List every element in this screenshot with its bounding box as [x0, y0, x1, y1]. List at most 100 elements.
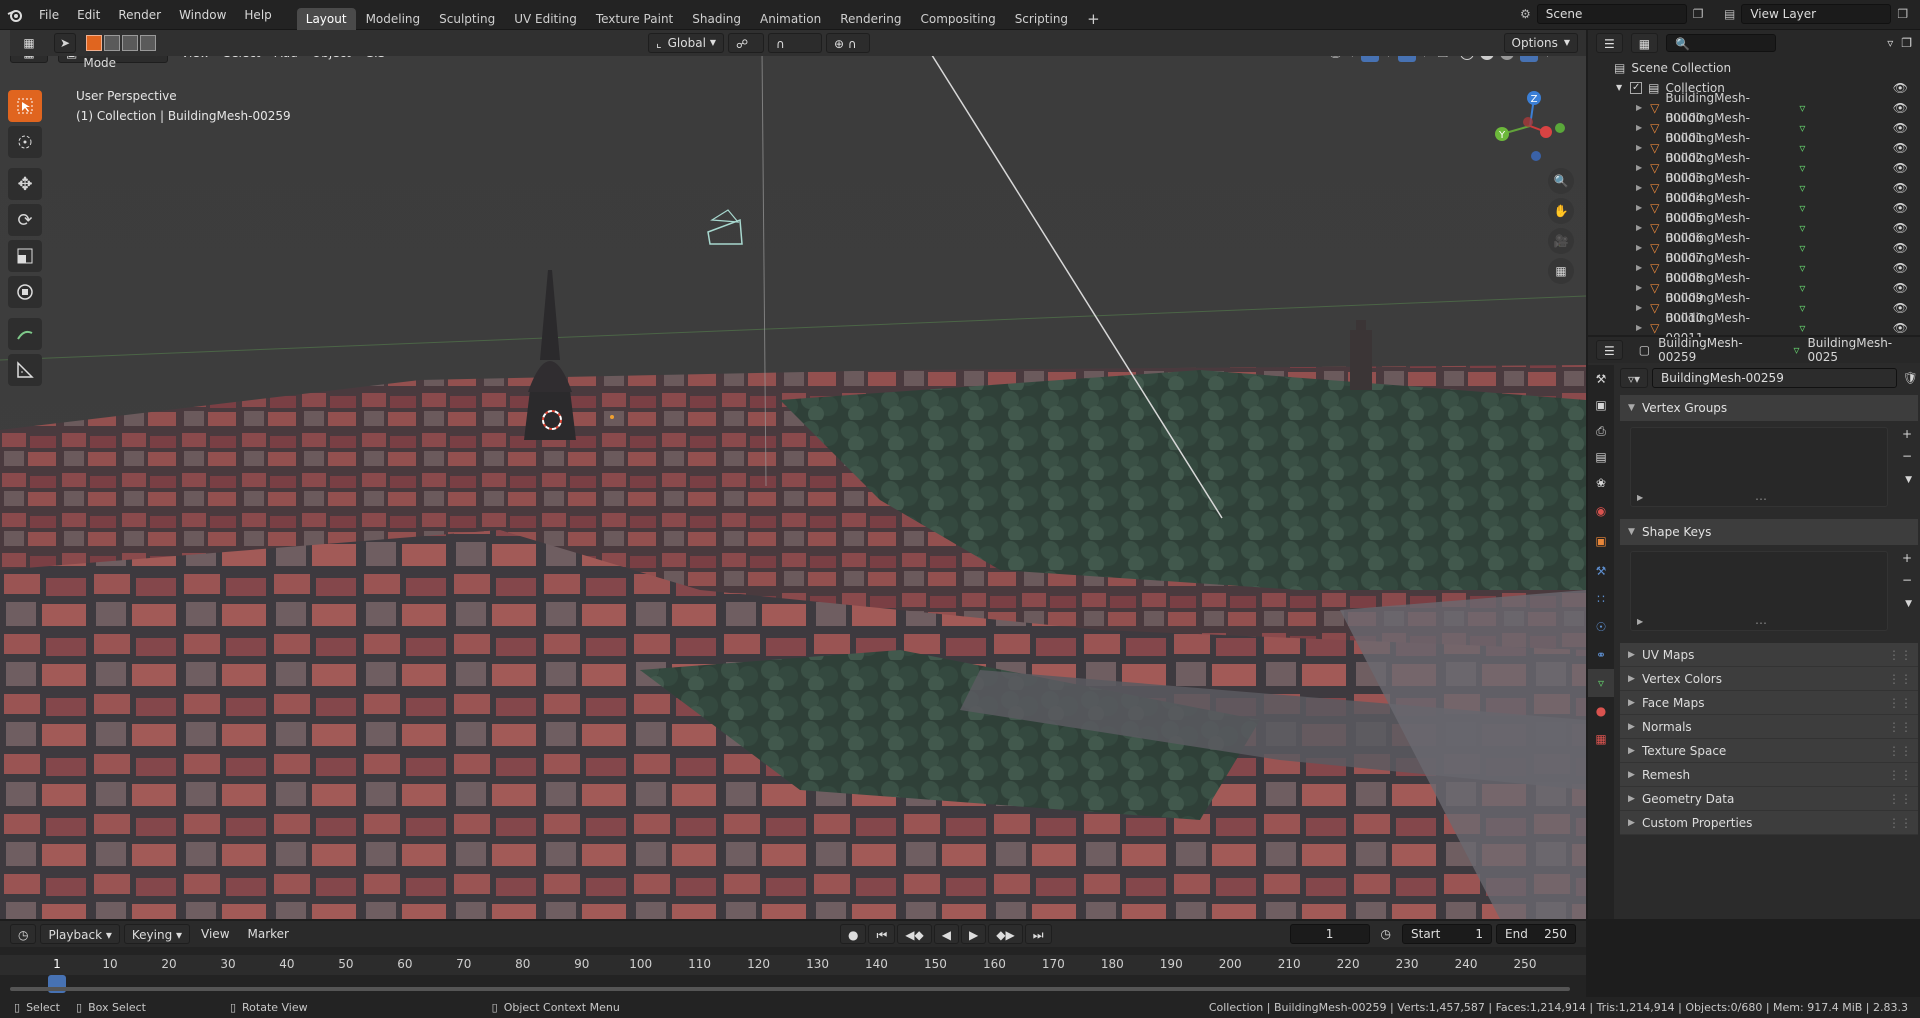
output-tab[interactable]: ⎙	[1588, 417, 1614, 445]
eye-icon[interactable]: 👁	[1893, 258, 1908, 278]
menu-render[interactable]: Render	[109, 0, 170, 30]
editor-menu-button[interactable]: ▦	[10, 33, 48, 53]
collapsed-panel-header[interactable]: ▶ Normals ⋮⋮	[1620, 715, 1918, 739]
mesh-data-icon[interactable]: ▿	[1799, 298, 1805, 318]
world-tab[interactable]: ◉	[1588, 497, 1614, 525]
chevron-right-icon[interactable]: ▶	[1636, 258, 1642, 278]
rotate-tool[interactable]: ⟳	[8, 204, 42, 236]
resize-handle-icon[interactable]: ⋯	[1755, 616, 1767, 630]
outliner-search-input[interactable]: 🔍	[1666, 34, 1777, 52]
annotate-tool[interactable]	[8, 318, 42, 350]
drag-handle-icon[interactable]: ⋮⋮	[1888, 787, 1912, 811]
object-tab[interactable]: ▣	[1588, 525, 1614, 557]
modifier-tab[interactable]: ⚒	[1588, 557, 1614, 585]
frame-ruler[interactable]: 1 10 20 30 40 50 60 70 80 90 100 110 120 130 140 150 160…	[0, 947, 1586, 997]
tweak-tool-icon[interactable]: ➤	[54, 33, 76, 53]
scene-selector[interactable]: ⚙ Scene ❐	[1520, 4, 1704, 24]
mesh-data-icon[interactable]: ▿	[1799, 118, 1805, 138]
chevron-right-icon[interactable]: ▶	[1636, 278, 1642, 298]
drag-handle-icon[interactable]: ⋮⋮	[1888, 811, 1912, 835]
mesh-data-icon[interactable]: ▿	[1799, 238, 1805, 258]
chevron-right-icon[interactable]: ▶	[1636, 138, 1642, 158]
eye-icon[interactable]: 👁	[1893, 318, 1908, 338]
select-box-tool[interactable]	[8, 90, 42, 122]
resize-handle-icon[interactable]: ⋯	[1755, 492, 1767, 506]
copy-scene-icon[interactable]: ❐	[1693, 7, 1704, 21]
eye-icon[interactable]: 👁	[1893, 238, 1908, 258]
tab-uv-editing[interactable]: UV Editing	[505, 8, 586, 30]
outliner-item[interactable]: ▶▽BuildingMesh-00011▿👁	[1588, 311, 1920, 345]
add-workspace-button[interactable]: +	[1078, 8, 1109, 30]
keying-menu[interactable]: Keying ▾	[123, 924, 191, 944]
scale-tool[interactable]	[8, 240, 42, 272]
proportional-dropdown[interactable]: ⊕ ∩	[826, 33, 870, 53]
chevron-right-icon[interactable]: ▶	[1636, 298, 1642, 318]
mesh-data-icon[interactable]: ▿	[1799, 178, 1805, 198]
snap-dropdown[interactable]: ∩	[768, 33, 822, 53]
collapsed-panel-header[interactable]: ▶ Texture Space ⋮⋮	[1620, 739, 1918, 763]
data-tab[interactable]: ▿	[1588, 669, 1614, 697]
play-reverse-icon[interactable]: ◀	[933, 924, 959, 944]
vertex-groups-list[interactable]: ▶ ⋯	[1630, 427, 1888, 507]
select-intersect-icon[interactable]	[140, 35, 156, 51]
mesh-data-icon[interactable]: ▿	[1799, 158, 1805, 178]
collapsed-panel-header[interactable]: ▶ Custom Properties ⋮⋮	[1620, 811, 1918, 835]
jump-start-icon[interactable]: ⏮	[868, 924, 896, 944]
clock-icon[interactable]: ◷	[1374, 924, 1398, 944]
drag-handle-icon[interactable]: ⋮⋮	[1888, 715, 1912, 739]
properties-editor-icon[interactable]: ☰	[1596, 340, 1623, 360]
eye-icon[interactable]: 👁	[1893, 298, 1908, 318]
mesh-data-icon[interactable]: ▿	[1799, 258, 1805, 278]
vertex-group-menu-icon[interactable]: ▼	[1905, 475, 1912, 485]
shape-keys-list[interactable]: ▶ ⋯	[1630, 551, 1888, 631]
scene-field[interactable]: Scene	[1536, 4, 1687, 24]
record-button[interactable]: ●	[840, 924, 867, 944]
mesh-data-icon[interactable]: ▿	[1799, 218, 1805, 238]
eye-icon[interactable]: 👁	[1893, 178, 1908, 198]
scene-tab[interactable]: ❀	[1588, 469, 1614, 497]
pivot-dropdown[interactable]: ☍	[728, 33, 764, 53]
display-mode-icon[interactable]: ▦	[1630, 33, 1659, 53]
filter-icon[interactable]: ▿	[1887, 36, 1893, 50]
view-layer-selector[interactable]: ▤ View Layer ❐	[1724, 4, 1908, 24]
cursor-tool[interactable]	[8, 126, 42, 158]
drag-handle-icon[interactable]: ⋮⋮	[1888, 667, 1912, 691]
menu-file[interactable]: File	[30, 0, 68, 30]
tab-sculpting[interactable]: Sculpting	[430, 8, 504, 30]
chevron-right-icon[interactable]: ▶	[1636, 318, 1642, 338]
new-collection-icon[interactable]: ❐	[1901, 36, 1912, 50]
drag-handle-icon[interactable]: ⋮⋮	[1888, 643, 1912, 667]
render-tab[interactable]: ▣	[1588, 393, 1614, 417]
collapsed-panel-header[interactable]: ▶ Vertex Colors ⋮⋮	[1620, 667, 1918, 691]
mesh-name-input[interactable]: BuildingMesh-00259	[1652, 368, 1897, 388]
collapsed-panel-header[interactable]: ▶ Geometry Data ⋮⋮	[1620, 787, 1918, 811]
mesh-data-icon[interactable]: ▿	[1799, 278, 1805, 298]
view-layer-field[interactable]: View Layer	[1741, 4, 1892, 24]
shape-keys-panel-header[interactable]: ▼ Shape Keys	[1620, 519, 1918, 545]
blender-logo-icon[interactable]	[0, 8, 30, 22]
mesh-browse-button[interactable]: ▿▾	[1620, 368, 1649, 388]
playback-menu[interactable]: Playback ▾	[40, 924, 120, 944]
select-subtract-icon[interactable]	[122, 35, 138, 51]
jump-end-icon[interactable]: ⏭	[1024, 924, 1052, 944]
end-frame-field[interactable]: End 250	[1496, 924, 1576, 944]
chevron-right-icon[interactable]: ▶	[1636, 158, 1642, 178]
navigation-gizmo[interactable]: Z Y	[1490, 86, 1570, 166]
remove-vertex-group-button[interactable]: −	[1902, 449, 1912, 463]
eye-icon[interactable]: 👁	[1893, 78, 1908, 98]
mesh-data-icon[interactable]: ▿	[1799, 98, 1805, 118]
add-vertex-group-button[interactable]: +	[1902, 427, 1912, 441]
current-frame-field[interactable]: 1	[1289, 924, 1370, 944]
physics-tab[interactable]: ☉	[1588, 613, 1614, 641]
drag-handle-icon[interactable]: ⋮⋮	[1888, 739, 1912, 763]
eye-icon[interactable]: 👁	[1893, 118, 1908, 138]
scene-collection-row[interactable]: ▤ Scene Collection	[1588, 58, 1920, 78]
remove-shape-key-button[interactable]: −	[1902, 573, 1912, 587]
eye-icon[interactable]: 👁	[1893, 98, 1908, 118]
eye-icon[interactable]: 👁	[1893, 278, 1908, 298]
start-frame-field[interactable]: Start 1	[1402, 924, 1492, 944]
chevron-right-icon[interactable]: ▶	[1636, 178, 1642, 198]
collapsed-panel-header[interactable]: ▶ Remesh ⋮⋮	[1620, 763, 1918, 787]
outliner-editor-icon[interactable]: ☰	[1596, 33, 1623, 53]
add-shape-key-button[interactable]: +	[1902, 551, 1912, 565]
